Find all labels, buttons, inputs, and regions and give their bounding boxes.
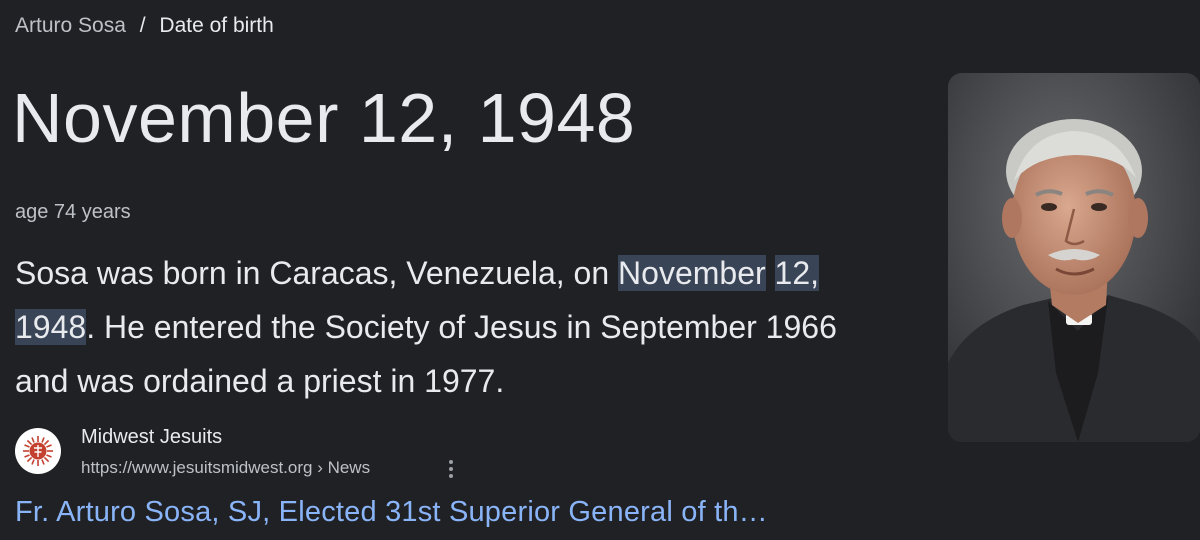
- snippet-text-before: Sosa was born in Caracas, Venezuela, on: [15, 255, 619, 291]
- search-answer-page: Arturo Sosa / Date of birth November 12,…: [0, 0, 1200, 540]
- breadcrumb: Arturo Sosa / Date of birth: [15, 14, 274, 38]
- more-vert-icon[interactable]: [443, 458, 459, 482]
- breadcrumb-attribute: Date of birth: [159, 14, 274, 37]
- breadcrumb-separator: /: [139, 14, 146, 37]
- portrait-image[interactable]: [948, 73, 1200, 442]
- snippet-text-after: . He entered the Society of Jesus in Sep…: [15, 309, 837, 399]
- result-title-link[interactable]: Fr. Arturo Sosa, SJ, Elected 31st Superi…: [15, 496, 768, 529]
- jesuit-seal-icon: [15, 428, 61, 474]
- answer-value: November 12, 1948: [12, 79, 636, 157]
- snippet-highlight-part1: November: [618, 255, 766, 291]
- featured-snippet-text: Sosa was born in Caracas, Venezuela, on …: [15, 246, 895, 408]
- source-url[interactable]: https://www.jesuitsmidwest.org › News: [81, 458, 370, 478]
- source-attribution[interactable]: Midwest Jesuits https://www.jesuitsmidwe…: [15, 422, 475, 486]
- breadcrumb-entity[interactable]: Arturo Sosa: [15, 14, 126, 37]
- answer-subtext: age 74 years: [15, 201, 131, 223]
- source-site-name[interactable]: Midwest Jesuits: [81, 426, 222, 449]
